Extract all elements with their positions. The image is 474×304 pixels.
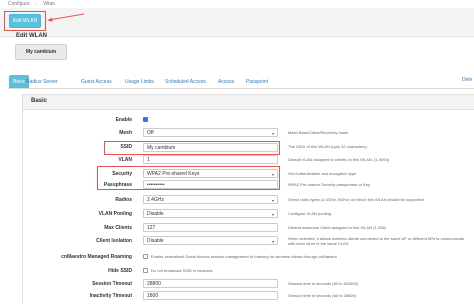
vlan-pooling-hint: Configure VLAN pooling: [288, 211, 331, 216]
passphrase-hint: WPA2 Pre-shared Security passphrase or K…: [288, 182, 370, 187]
onmaestro-roaming-text: Enable centralized Guest Access session …: [151, 254, 337, 259]
vlan-hint: Default VLAN assigned to clients on this…: [288, 157, 390, 162]
session-timeout-input[interactable]: 28800: [143, 279, 278, 288]
radios-label: Radios: [115, 197, 132, 203]
hide-ssid-label: Hide SSID: [108, 268, 132, 274]
radios-hint: Select radio types (2.4GHz, 5GHz) on whi…: [288, 197, 424, 202]
inactivity-timeout-label: Inactivity Timeout: [89, 293, 132, 299]
tab-radius-server[interactable]: Radius Server: [26, 75, 58, 88]
chevron-down-icon: ▾: [271, 212, 274, 217]
chevron-down-icon: ▾: [271, 131, 274, 136]
vlan-pooling-value: Disable: [147, 210, 164, 217]
inactivity-timeout-hint: Session time in seconds (60 to 28800): [288, 293, 357, 298]
client-isolation-value: Disable: [147, 237, 164, 244]
inactivity-timeout-value: 1800: [147, 292, 159, 299]
mesh-select[interactable]: Off ▾: [143, 128, 278, 137]
vlan-pooling-select[interactable]: Disable ▾: [143, 209, 278, 218]
session-timeout-label: Session Timeout: [92, 281, 132, 287]
chevron-down-icon: ▾: [271, 198, 274, 203]
vlan-label: VLAN: [118, 157, 132, 163]
annotation-arrow-icon: [47, 13, 85, 22]
max-clients-input[interactable]: 127: [143, 223, 278, 232]
hide-ssid-checkbox[interactable]: [143, 268, 148, 273]
panel-title: Basic: [31, 98, 48, 104]
vlan-input[interactable]: 1: [143, 155, 278, 164]
tab-usage-limits[interactable]: Usage Limits: [125, 75, 154, 88]
session-timeout-hint: Session time in seconds (60 to 604800): [288, 281, 359, 286]
ssid-highlight-box: [104, 141, 280, 155]
tab-delete[interactable]: Dele: [462, 77, 472, 83]
security-highlight-box: [97, 166, 280, 190]
client-isolation-label: Client Isolation: [96, 238, 132, 244]
max-clients-value: 127: [147, 224, 156, 231]
panel-header: Basic: [23, 95, 474, 110]
security-hint: Set Authentication and encryption type: [288, 171, 357, 176]
enable-label: Enable: [115, 117, 132, 123]
mesh-hint: Mesh Base/Client/Recovery mode: [288, 130, 349, 135]
vlan-pooling-label: VLAN Pooling: [98, 211, 132, 217]
onmaestro-roaming-checkbox[interactable]: [143, 254, 148, 259]
radios-select[interactable]: 2.4GHz ▾: [143, 195, 278, 204]
page-title: Edit WLAN: [16, 33, 47, 39]
tab-guest-access[interactable]: Guest Access: [81, 75, 112, 88]
mesh-label: Mesh: [119, 130, 132, 136]
enable-checkbox[interactable]: [143, 117, 148, 122]
session-timeout-value: 28800: [147, 280, 161, 287]
onmaestro-roaming-label: cnMaestro Managed Roaming: [61, 254, 132, 260]
wlan-name-button[interactable]: My cambium: [15, 44, 67, 60]
inactivity-timeout-input[interactable]: 1800: [143, 291, 278, 300]
tab-bar: Basic Radius Server Guest Access Usage L…: [8, 75, 474, 89]
client-isolation-hint: When selected, it allows wireless client…: [288, 236, 465, 246]
radios-value: 2.4GHz: [147, 196, 164, 203]
mesh-value: Off: [147, 129, 154, 136]
max-clients-label: Max Clients: [104, 225, 132, 231]
tab-passpoint[interactable]: Passpoint: [246, 75, 268, 88]
chevron-down-icon: ▾: [271, 239, 274, 244]
tab-access[interactable]: Access: [218, 75, 234, 88]
max-clients-hint: Default maximum Client assigned to this …: [288, 225, 387, 230]
client-isolation-select[interactable]: Disable ▾: [143, 236, 278, 245]
tab-scheduled-access[interactable]: Scheduled Access: [165, 75, 206, 88]
highlight-box: [4, 11, 46, 31]
hide-ssid-text: Do not broadcast SSID in beacons: [151, 268, 213, 273]
ssid-hint: The SSID of this WLAN (upto 32 character…: [288, 144, 367, 149]
vlan-value: 1: [147, 156, 150, 163]
